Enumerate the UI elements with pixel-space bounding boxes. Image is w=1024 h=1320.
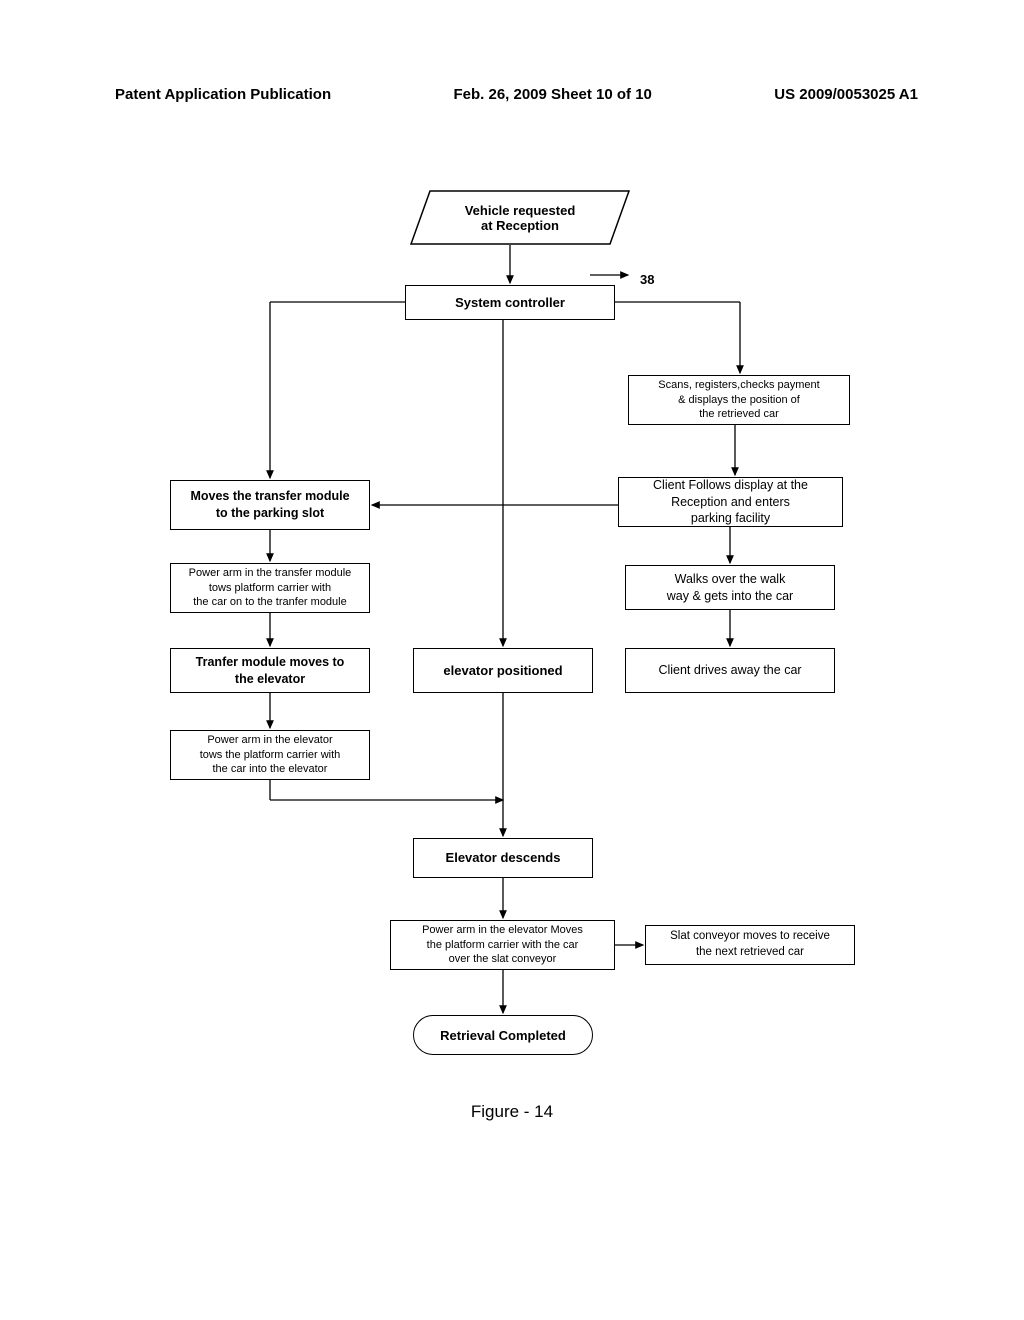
elevator-descends-node: Elevator descends: [413, 838, 593, 878]
start-node: Vehicle requested at Reception: [410, 190, 630, 245]
system-controller-node: System controller: [405, 285, 615, 320]
power-arm-slat-node: Power arm in the elevator Moves the plat…: [390, 920, 615, 970]
header-right: US 2009/0053025 A1: [774, 86, 918, 103]
elevator-positioned-node: elevator positioned: [413, 648, 593, 693]
scan-node: Scans, registers,checks payment & displa…: [628, 375, 850, 425]
figure-caption: Figure - 14: [0, 1102, 1024, 1122]
slat-conveyor-node: Slat conveyor moves to receive the next …: [645, 925, 855, 965]
header-left: Patent Application Publication: [115, 86, 331, 103]
transfer-elevator-node: Tranfer module moves to the elevator: [170, 648, 370, 693]
header-middle: Feb. 26, 2009 Sheet 10 of 10: [453, 86, 651, 103]
start-text: Vehicle requested at Reception: [465, 203, 576, 233]
power-arm-transfer-node: Power arm in the transfer module tows pl…: [170, 563, 370, 613]
retrieval-complete-node: Retrieval Completed: [413, 1015, 593, 1055]
walks-node: Walks over the walk way & gets into the …: [625, 565, 835, 610]
label-38: 38: [640, 272, 654, 287]
move-transfer-node: Moves the transfer module to the parking…: [170, 480, 370, 530]
client-drives-node: Client drives away the car: [625, 648, 835, 693]
client-follows-node: Client Follows display at the Reception …: [618, 477, 843, 527]
power-arm-elevator-node: Power arm in the elevator tows the platf…: [170, 730, 370, 780]
flowchart-diagram: Vehicle requested at Reception System co…: [150, 190, 880, 1170]
